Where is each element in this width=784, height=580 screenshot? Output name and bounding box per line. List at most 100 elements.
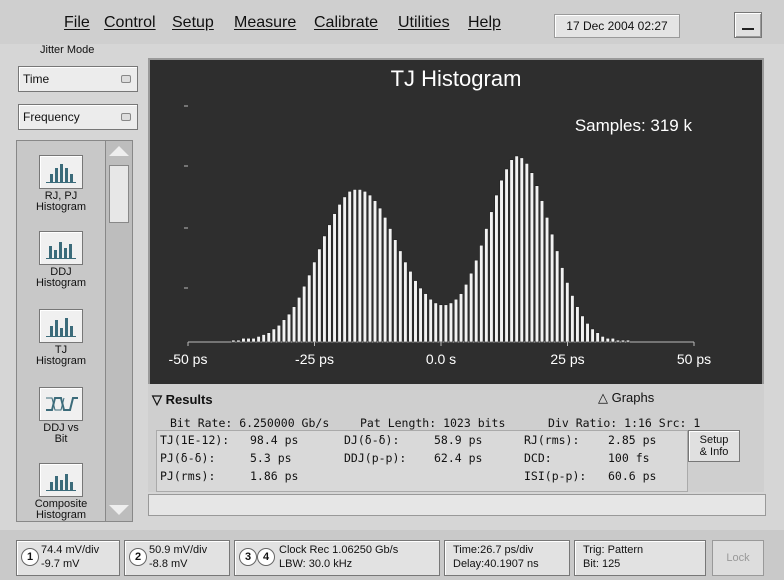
histogram-bar: [276, 325, 281, 343]
menu-file[interactable]: File: [64, 14, 90, 32]
scroll-up-icon[interactable]: [109, 146, 129, 156]
tool-rj-pj-histogram[interactable]: RJ, PJ Histogram: [21, 155, 101, 213]
histogram-bar: [448, 302, 453, 343]
histogram-bar: [615, 339, 620, 343]
graphs-tab[interactable]: △ Graphs: [598, 390, 654, 406]
histogram-bar: [246, 338, 251, 343]
tool-list-scrollbar[interactable]: [105, 140, 133, 522]
histogram-bar: [266, 332, 271, 343]
tool-label-line2: Histogram: [35, 201, 87, 213]
trigger-button[interactable]: Trig: Pattern Bit: 125: [574, 540, 706, 576]
histogram-bar: [494, 194, 499, 343]
histogram-bar: [251, 338, 256, 343]
scroll-down-icon[interactable]: [109, 505, 129, 515]
histogram-bar: [281, 319, 286, 343]
result-value: 5.3 ps: [250, 451, 292, 465]
x-tick-label: 0.0 s: [425, 351, 457, 367]
histogram-bar: [484, 228, 489, 343]
histogram-bar: [580, 315, 585, 343]
result-label: ISI(p-p):: [524, 469, 587, 483]
histogram-bar: [479, 245, 484, 343]
tool-label-line2: Histogram: [35, 355, 87, 367]
lock-button[interactable]: Lock: [712, 540, 764, 576]
menu-calibrate[interactable]: Calibrate: [314, 14, 378, 32]
histogram-bar: [499, 179, 504, 343]
result-label: PJ(δ-δ):: [160, 451, 216, 465]
histogram-bar: [443, 304, 448, 343]
histogram-bar: [312, 261, 317, 343]
tool-ddj-vs-bit[interactable]: DDJ vs Bit: [21, 387, 101, 445]
x-tick-label: -50 ps: [168, 351, 208, 367]
histogram-bar: [241, 338, 246, 343]
timebase-button[interactable]: Time:26.7 ps/div Delay:40.1907 ns: [444, 540, 570, 576]
menu-measure[interactable]: Measure: [234, 14, 296, 32]
histogram-icon: [39, 463, 83, 497]
loop-bandwidth: LBW: 30.0 kHz: [279, 558, 353, 570]
collapse-icon: ▽: [152, 392, 166, 407]
histogram-bar: [504, 168, 509, 343]
histogram-bar: [337, 204, 342, 343]
clock-recovery-rate: Clock Rec 1.06250 Gb/s: [279, 544, 399, 556]
result-label: DJ(δ-δ):: [344, 433, 400, 447]
setup-info-button[interactable]: Setup & Info: [688, 430, 740, 462]
result-label: DDJ(p-p):: [344, 451, 407, 465]
result-value: 2.85 ps: [608, 433, 657, 447]
histogram-bar: [393, 239, 398, 343]
bottom-channel-bar: 1 74.4 mV/div -9.7 mV 2 50.9 mV/div -8.8…: [0, 530, 784, 580]
histogram-bar: [585, 323, 590, 343]
histogram-bar: [464, 284, 469, 343]
histogram-bar: [590, 328, 595, 343]
results-tab[interactable]: ▽ Results: [152, 392, 213, 408]
results-panel: ▽ Results △ Graphs Bit Rate: 6.250000 Gb…: [148, 384, 764, 492]
histogram-bar: [620, 339, 625, 343]
channel-1-button[interactable]: 1 74.4 mV/div -9.7 mV: [16, 540, 120, 576]
channel-offset: -8.8 mV: [149, 558, 188, 570]
domain-select[interactable]: Frequency: [18, 104, 138, 130]
time-delay: Delay:40.1907 ns: [453, 558, 539, 570]
histogram-bar: [459, 293, 464, 343]
histogram-bar: [428, 298, 433, 343]
result-label: TJ(1E-12):: [160, 433, 230, 447]
histogram-bar: [524, 163, 529, 343]
tool-label-line2: Histogram: [35, 277, 87, 289]
x-tick-label: -25 ps: [295, 351, 334, 367]
histogram-bar: [514, 155, 519, 343]
bit-rate: Bit Rate: 6.250000 Gb/s: [170, 416, 330, 430]
histogram-bar: [545, 217, 550, 343]
menu-control[interactable]: Control: [104, 14, 156, 32]
histogram-bar: [408, 271, 413, 343]
menu-utilities[interactable]: Utilities: [398, 14, 450, 32]
histogram-bar: [560, 267, 565, 343]
histogram-icon: [39, 309, 83, 343]
histogram-bar: [418, 287, 423, 343]
scroll-thumb[interactable]: [109, 165, 129, 223]
channel-number: 4: [257, 548, 275, 566]
channel-2-button[interactable]: 2 50.9 mV/div -8.8 mV: [124, 540, 230, 576]
result-value: 98.4 ps: [250, 433, 299, 447]
results-tab-label: Results: [165, 392, 213, 407]
menu-setup[interactable]: Setup: [172, 14, 214, 32]
channel-3-4-button[interactable]: 3 4 Clock Rec 1.06250 Gb/s LBW: 30.0 kHz: [234, 540, 440, 576]
domain-value: Frequency: [23, 110, 80, 124]
minimize-button[interactable]: [734, 12, 762, 38]
histogram-svg: [184, 105, 695, 346]
tool-ddj-histogram[interactable]: DDJ Histogram: [21, 231, 101, 289]
channel-number: 3: [239, 548, 257, 566]
histogram-bar: [292, 306, 297, 343]
tool-composite-histogram[interactable]: Composite Histogram: [21, 463, 101, 521]
histogram-bar: [357, 189, 362, 343]
status-bar: [148, 494, 766, 516]
histogram-bar: [423, 293, 428, 343]
histogram-bar: [413, 280, 418, 343]
tool-tj-histogram[interactable]: TJ Histogram: [21, 309, 101, 367]
histogram-icon: [39, 155, 83, 189]
histogram-bar: [529, 172, 534, 343]
expand-icon: △: [598, 390, 612, 405]
histogram-bar: [398, 250, 403, 343]
histogram-bar: [322, 235, 327, 343]
histogram-bar: [469, 272, 474, 343]
menu-help[interactable]: Help: [468, 14, 501, 32]
histogram-bar: [362, 191, 367, 343]
jitter-mode-select[interactable]: Time: [18, 66, 138, 92]
histogram-bar: [287, 313, 291, 343]
